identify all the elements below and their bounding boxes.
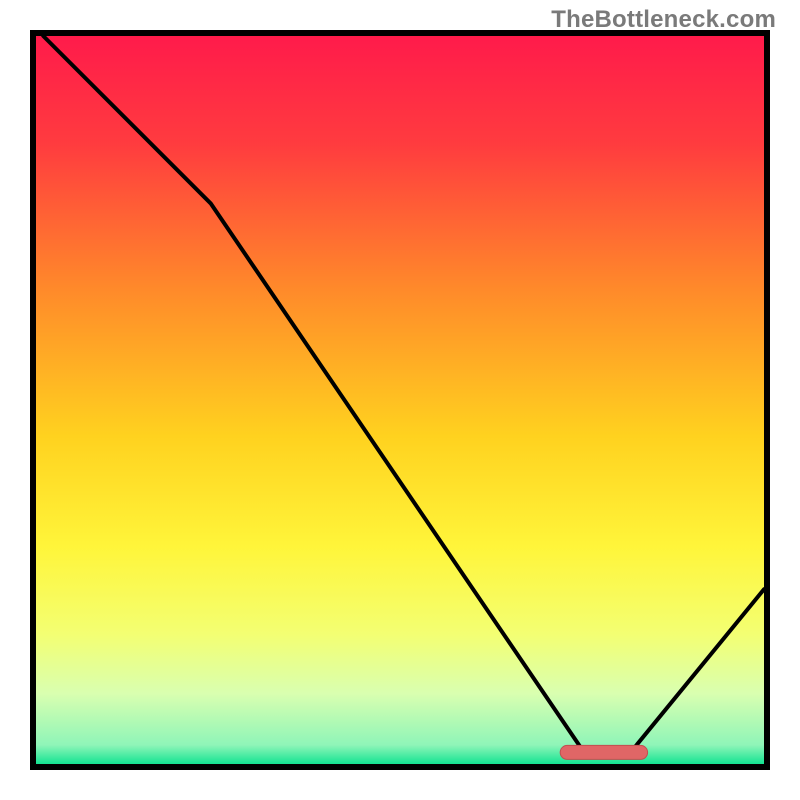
optimal-range-marker [560,745,647,759]
plot-background [33,33,767,767]
bottleneck-chart [0,0,800,800]
chart-container: TheBottleneck.com [0,0,800,800]
